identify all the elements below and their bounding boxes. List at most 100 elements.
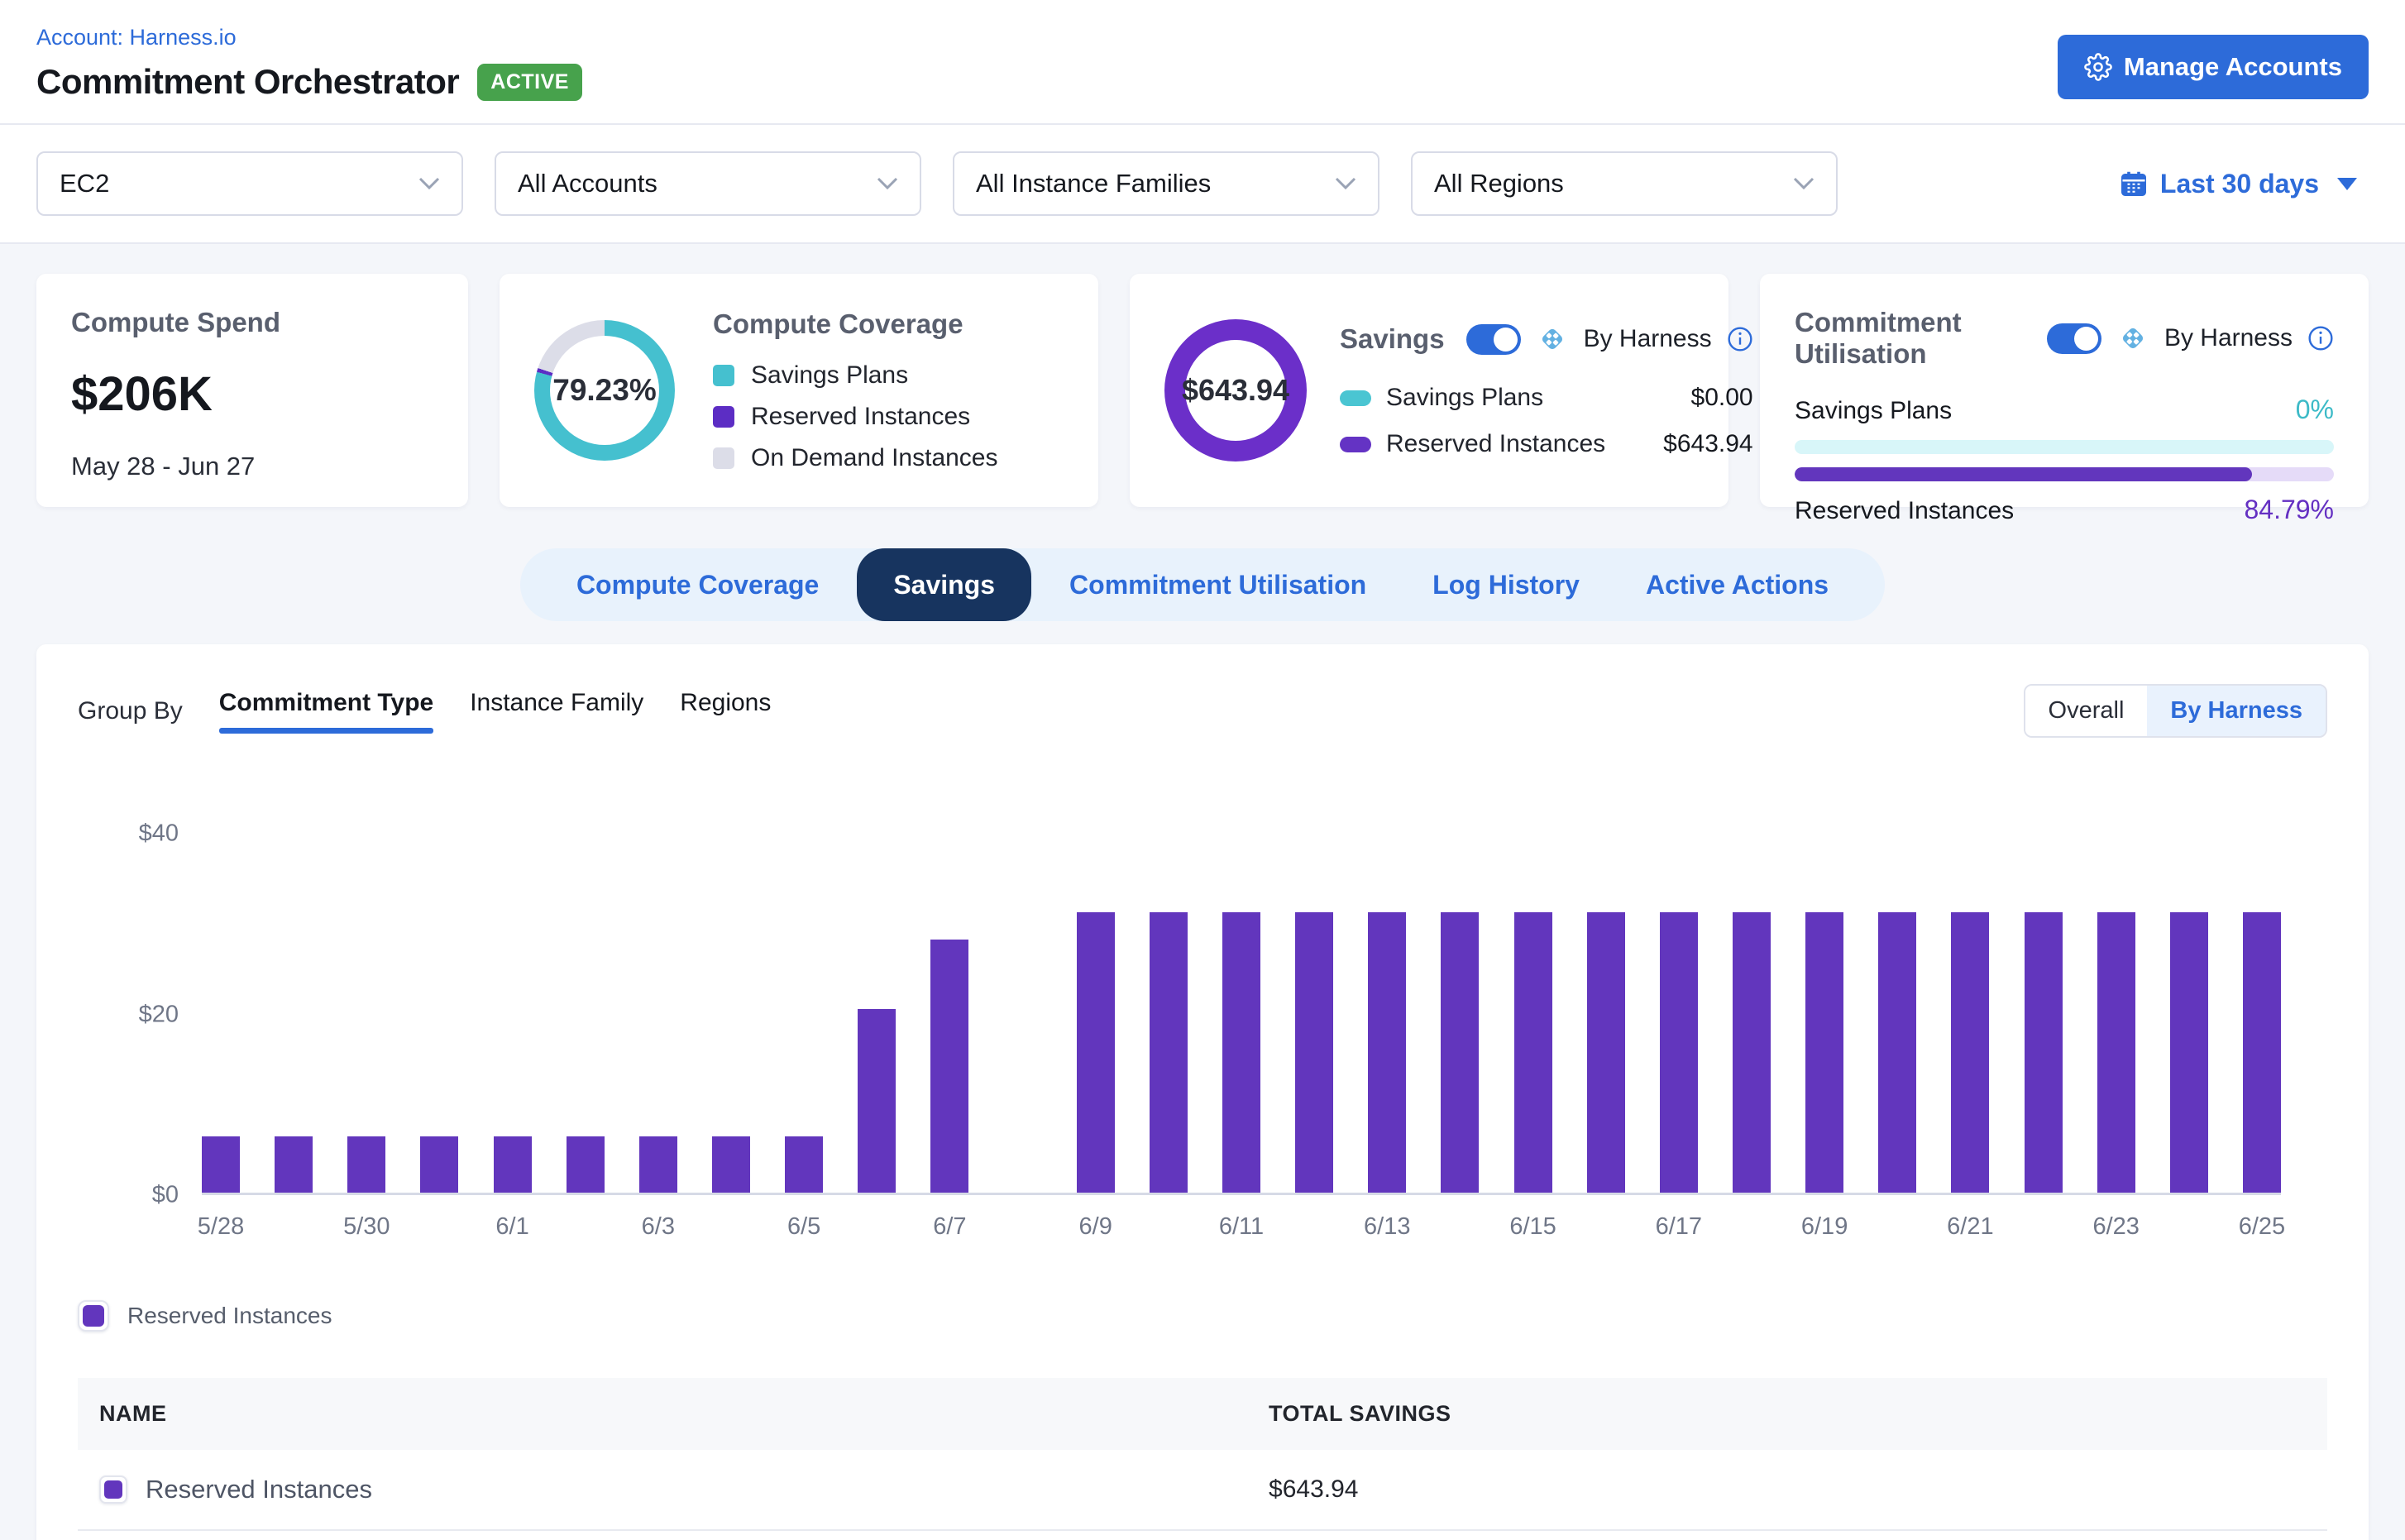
info-icon[interactable] [2307,325,2334,352]
x-tick-label [1295,1213,1333,1241]
x-tick-label [567,1213,605,1241]
manage-accounts-button[interactable]: Manage Accounts [2058,35,2369,99]
group-tab-regions[interactable]: Regions [680,689,771,734]
view-toggle-overall[interactable]: Overall [2025,686,2148,736]
x-tick-label: 6/23 [2097,1213,2135,1241]
bar-6/14[interactable] [1441,912,1479,1193]
table-header: NAME TOTAL SAVINGS [78,1378,2327,1450]
commitment-utilisation-title: Commitment Utilisation [1795,307,2025,370]
bar-slot-6/13 [1368,834,1406,1193]
savings-row-savings-plans: Savings Plans $0.00 [1340,384,1753,412]
calendar-icon [2119,169,2149,198]
bar-slot-6/17 [1660,834,1698,1193]
savings-by-harness-toggle[interactable] [1466,324,1521,355]
x-tick-label: 6/5 [785,1213,823,1241]
bar-6/25[interactable] [2243,912,2281,1193]
service-select-value: EC2 [60,169,109,198]
bar-slot-6/18 [1733,834,1771,1193]
service-select[interactable]: EC2 [36,151,463,216]
bar-6/11[interactable] [1222,912,1260,1193]
bar-6/10[interactable] [1150,912,1188,1193]
instance-families-select-value: All Instance Families [976,169,1211,198]
bar-6/24[interactable] [2170,912,2208,1193]
table-row[interactable]: Reserved Instances $643.94 [78,1450,2327,1531]
harness-logo-icon [1536,323,1569,356]
tab-log-history[interactable]: Log History [1404,570,1608,600]
bar-6/23[interactable] [2097,912,2135,1193]
bar-6/2[interactable] [567,1136,605,1193]
x-tick-label: 6/9 [1077,1213,1115,1241]
savings-total: $643.94 [1182,373,1289,408]
compute-spend-value: $206K [71,366,433,422]
bar-slot-6/9 [1077,834,1115,1193]
y-tick-label: $20 [139,1001,179,1028]
bar-6/12[interactable] [1295,912,1333,1193]
bar-slot-6/1 [494,834,532,1193]
accounts-select[interactable]: All Accounts [495,151,921,216]
manage-accounts-label: Manage Accounts [2124,52,2342,82]
bar-5/29[interactable] [275,1136,313,1193]
bar-slot-6/22 [2025,834,2063,1193]
bar-6/4[interactable] [712,1136,750,1193]
reserved-instances-legend-checkbox[interactable] [78,1300,109,1332]
x-tick-label [858,1213,896,1241]
bar-slot-6/10 [1150,834,1188,1193]
bar-6/21[interactable] [1951,912,1989,1193]
bar-6/16[interactable] [1587,912,1625,1193]
regions-select[interactable]: All Regions [1411,151,1838,216]
utilisation-savings-plans-label: Savings Plans [1795,397,1952,425]
group-by-label: Group By [78,697,183,725]
x-tick-label [2025,1213,2063,1241]
column-header-name: NAME [99,1401,1269,1427]
x-tick-label: 6/25 [2243,1213,2281,1241]
tab-savings[interactable]: Savings [857,548,1031,621]
bar-5/28[interactable] [202,1136,240,1193]
date-range-picker[interactable]: Last 30 days [2119,169,2369,199]
bar-6/7[interactable] [930,940,968,1193]
instance-families-select[interactable]: All Instance Families [953,151,1379,216]
bar-6/5[interactable] [785,1136,823,1193]
page-header: Account: Harness.io Commitment Orchestra… [0,0,2405,125]
bar-slot-5/30 [347,834,385,1193]
tab-compute-coverage[interactable]: Compute Coverage [548,570,847,600]
bar-slot-6/14 [1441,834,1479,1193]
group-tab-commitment-type[interactable]: Commitment Type [219,689,433,734]
bar-5/31[interactable] [420,1136,458,1193]
savings-row-value: $643.94 [1663,430,1752,458]
compute-spend-title: Compute Spend [71,307,433,338]
bar-slot-6/15 [1514,834,1552,1193]
x-tick-label [275,1213,313,1241]
x-tick-label: 6/15 [1514,1213,1552,1241]
on-demand-swatch [713,447,734,469]
bar-6/3[interactable] [639,1136,677,1193]
account-link[interactable]: Account: Harness.io [36,25,582,50]
tab-commitment-utilisation[interactable]: Commitment Utilisation [1041,570,1394,600]
bar-5/30[interactable] [347,1136,385,1193]
info-icon[interactable] [1727,326,1753,352]
utilisation-by-harness-toggle[interactable] [2047,323,2101,354]
tab-active-actions[interactable]: Active Actions [1618,570,1857,600]
x-tick-label [1587,1213,1625,1241]
bar-6/19[interactable] [1805,912,1843,1193]
chart-legend: Reserved Instances [78,1300,2327,1332]
view-toggle-by-harness[interactable]: By Harness [2147,686,2326,736]
bar-6/9[interactable] [1077,912,1115,1193]
bar-6/13[interactable] [1368,912,1406,1193]
bar-6/22[interactable] [2025,912,2063,1193]
bar-6/1[interactable] [494,1136,532,1193]
bar-slot-6/5 [785,834,823,1193]
group-tab-instance-family[interactable]: Instance Family [470,689,643,734]
bar-6/18[interactable] [1733,912,1771,1193]
reserved-instances-utilisation-bar [1795,467,2334,481]
savings-by-harness-label: By Harness [1584,325,1712,353]
bar-6/6[interactable] [858,1009,896,1193]
savings-row-label: Reserved Instances [1386,430,1605,458]
bar-6/15[interactable] [1514,912,1552,1193]
bar-6/20[interactable] [1878,912,1916,1193]
savings-plans-utilisation-bar [1795,440,2334,454]
row-checkbox[interactable] [99,1475,127,1504]
savings-card: $643.94 Savings By Harness [1130,274,1728,507]
bar-6/17[interactable] [1660,912,1698,1193]
x-tick-label [1733,1213,1771,1241]
savings-row-label: Savings Plans [1386,384,1543,412]
